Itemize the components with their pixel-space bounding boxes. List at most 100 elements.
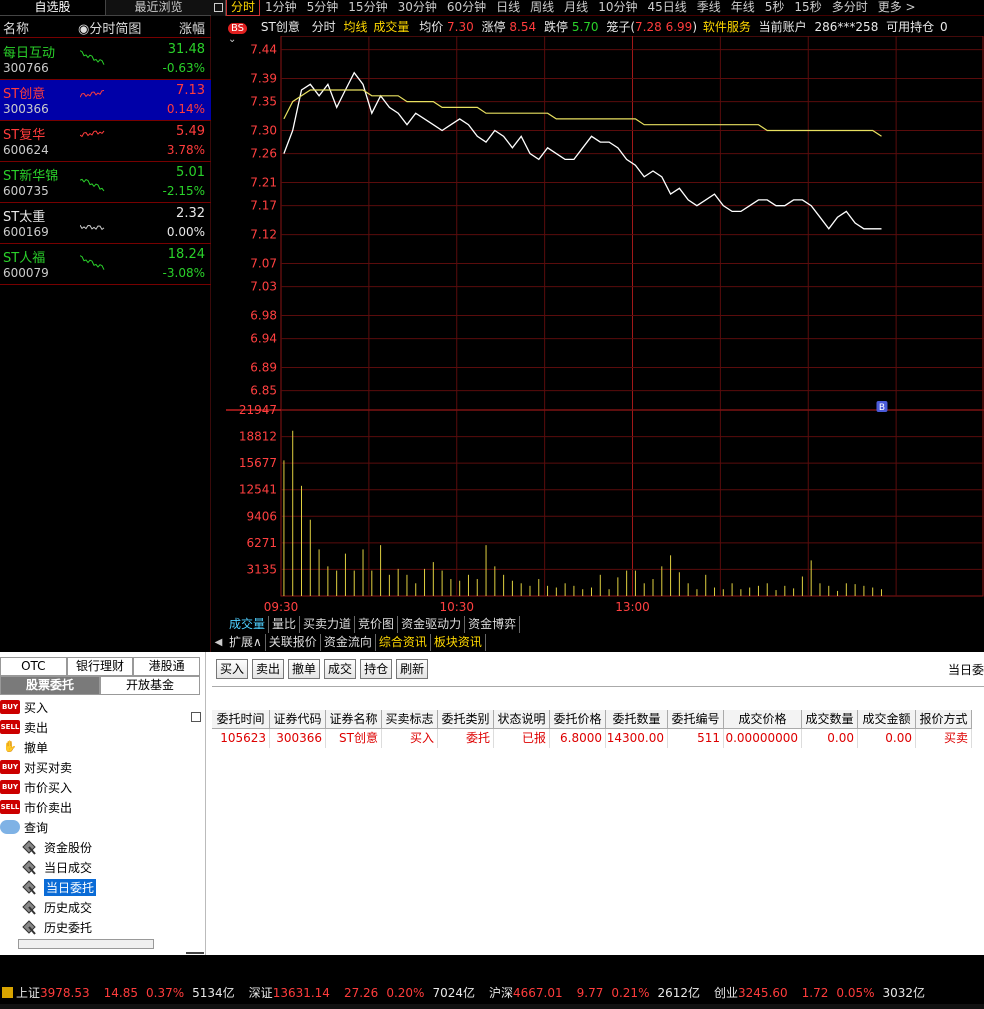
period-10[interactable]: 45日线 <box>642 0 691 15</box>
panel-title: 当日委 <box>947 663 984 677</box>
column-header[interactable]: 委托数量 <box>606 710 668 729</box>
sell-button[interactable]: 卖出 <box>252 659 285 679</box>
column-header[interactable]: 委托时间 <box>212 710 270 729</box>
bs-badge[interactable]: BS <box>228 23 248 34</box>
period-13[interactable]: 5秒 <box>760 0 790 15</box>
column-header[interactable]: 成交金额 <box>858 710 916 729</box>
watchlist-row[interactable]: ST新华锦 600735 5.01 -2.15% <box>0 162 211 203</box>
market-icon[interactable] <box>2 986 13 998</box>
splitter[interactable] <box>205 652 206 955</box>
trade-type-tabs: 股票委托 开放基金 <box>0 676 200 695</box>
table-row[interactable]: 105623 300366 ST创意 买入 委托 已报 6.8000 14300.00 511 0… <box>212 729 984 748</box>
tree-item-label: 资金股份 <box>44 840 93 855</box>
period-14[interactable]: 15秒 <box>789 0 826 15</box>
tree-item[interactable]: SELL 卖出 <box>0 717 48 737</box>
period-15[interactable]: 多分时 <box>827 0 873 15</box>
extension-tab[interactable]: 资金流向 <box>321 634 376 651</box>
tree-item[interactable]: 查询 <box>0 817 48 837</box>
index-segment[interactable]: 创业3245.60 1.72 0.05% 3032亿 <box>714 984 925 1001</box>
indicator-tab[interactable]: 量比 <box>269 616 301 633</box>
tab-bank-wealth[interactable]: 银行理财 <box>66 657 134 676</box>
column-header[interactable]: 证券名称 <box>326 710 382 729</box>
limit-down: 5.70 <box>571 20 599 34</box>
sector-tag[interactable]: 软件服务 <box>703 20 751 34</box>
extension-tab[interactable]: 扩展∧ <box>226 634 266 651</box>
indicator-tab[interactable]: 买卖力道 <box>300 616 356 633</box>
index-segment[interactable]: 深证13631.14 27.26 0.20% 7024亿 <box>249 984 475 1001</box>
watchlist-row[interactable]: ST创意 300366 7.13 0.14% <box>0 80 211 121</box>
tree-item[interactable]: SELL 市价卖出 <box>0 797 72 817</box>
index-segment[interactable]: 上证3978.53 14.85 0.37% 5134亿 <box>16 984 235 1001</box>
period-1[interactable]: 1分钟 <box>260 0 302 15</box>
period-4[interactable]: 30分钟 <box>393 0 442 15</box>
tree-item[interactable]: 历史成交 <box>20 897 92 917</box>
period-11[interactable]: 季线 <box>692 0 726 15</box>
period-6[interactable]: 日线 <box>491 0 525 15</box>
column-header[interactable]: 报价方式 <box>916 710 972 729</box>
expand-triangle-icon[interactable]: ◀ <box>211 634 226 651</box>
trades-button[interactable]: 成交 <box>324 659 357 679</box>
column-header[interactable]: 状态说明 <box>494 710 550 729</box>
indicator-tab[interactable]: 竞价图 <box>355 616 399 633</box>
cancel-order-button[interactable]: 撤单 <box>288 659 321 679</box>
buy-button[interactable]: 买入 <box>216 659 249 679</box>
column-header[interactable]: 成交价格 <box>724 710 802 729</box>
tree-item[interactable]: BUY 买入 <box>0 697 48 717</box>
column-header[interactable]: 委托编号 <box>668 710 724 729</box>
indicator-tab[interactable]: 成交量 <box>226 616 270 633</box>
period-12[interactable]: 年线 <box>726 0 760 15</box>
extension-tab[interactable]: 板块资讯 <box>431 634 486 651</box>
tree-item[interactable]: 当日委托 <box>20 877 97 897</box>
tree-hscrollbar[interactable] <box>18 939 154 949</box>
tree-item[interactable]: 资金股份 <box>20 837 92 857</box>
watchlist-row[interactable]: 每日互动 300766 31.48 -0.63% <box>0 39 211 80</box>
table-cell: 买入 <box>382 729 438 748</box>
indicator-tab[interactable]: 资金驱动力 <box>398 616 466 633</box>
header-name[interactable]: 名称 <box>0 18 78 37</box>
column-header[interactable]: 证券代码 <box>270 710 326 729</box>
extension-tab[interactable]: 关联报价 <box>266 634 321 651</box>
period-5[interactable]: 60分钟 <box>442 0 491 15</box>
header-change[interactable]: 涨幅 <box>152 18 211 37</box>
refresh-button[interactable]: 刷新 <box>396 659 429 679</box>
column-header[interactable]: 委托价格 <box>550 710 606 729</box>
index-segment[interactable]: 沪深4667.01 9.77 0.21% 2612亿 <box>489 984 700 1001</box>
column-header[interactable]: 委托类别 <box>438 710 494 729</box>
tree-item[interactable]: BUY 对买对卖 <box>0 757 72 777</box>
period-2[interactable]: 5分钟 <box>302 0 344 15</box>
search-icon <box>0 820 20 834</box>
watchlist-row[interactable]: ST人福 600079 18.24 -3.08% <box>0 244 211 285</box>
tab-recent[interactable]: 最近浏览 <box>106 0 211 15</box>
extension-tab[interactable]: 综合资讯 <box>376 634 431 651</box>
buy-icon: BUY <box>0 700 20 714</box>
panel-toggle-icon[interactable] <box>211 0 226 16</box>
tab-hk-connect[interactable]: 港股通 <box>133 657 201 676</box>
tree-checkbox[interactable] <box>191 712 201 722</box>
watchlist-row[interactable]: ST太重 600169 2.32 0.00% <box>0 203 211 244</box>
header-spark[interactable]: ◉分时简图 <box>78 18 152 37</box>
index-name: 创业 <box>714 985 739 1000</box>
tab-stock-order[interactable]: 股票委托 <box>0 676 100 695</box>
indicator-tab[interactable]: 资金博弈 <box>465 616 521 633</box>
tree-item[interactable]: 历史委托 <box>20 917 92 937</box>
period-16[interactable]: 更多 > <box>873 0 921 15</box>
tree-item[interactable]: BUY 市价买入 <box>0 777 72 797</box>
watchlist-row[interactable]: ST复华 600624 5.49 3.78% <box>0 121 211 162</box>
stock-name: 每日互动 <box>3 46 56 61</box>
tree-item[interactable]: ✋ 撤单 <box>0 737 48 757</box>
table-cell: 105623 <box>212 729 270 748</box>
basket-values: 7.28 6.99 <box>635 20 693 34</box>
column-header[interactable]: 成交数量 <box>802 710 858 729</box>
tab-open-fund[interactable]: 开放基金 <box>100 676 200 695</box>
sort-icon: ◉ <box>78 22 90 37</box>
period-7[interactable]: 周线 <box>525 0 559 15</box>
period-3[interactable]: 15分钟 <box>343 0 392 15</box>
tree-item[interactable]: 当日成交 <box>20 857 92 877</box>
period-9[interactable]: 10分钟 <box>593 0 642 15</box>
period-8[interactable]: 月线 <box>559 0 593 15</box>
tab-favorites[interactable]: 自选股 <box>0 0 106 15</box>
column-header[interactable]: 买卖标志 <box>382 710 438 729</box>
tab-otc[interactable]: OTC <box>0 657 67 676</box>
positions-button[interactable]: 持仓 <box>360 659 393 679</box>
period-0[interactable]: 分时 <box>226 0 261 16</box>
